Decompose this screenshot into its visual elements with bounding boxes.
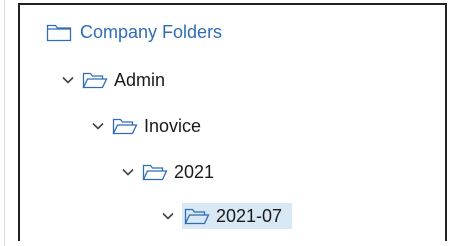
tree-node-company-folders[interactable]: Company Folders bbox=[46, 19, 222, 45]
left-edge-strip bbox=[0, 0, 18, 246]
chevron-down-icon[interactable] bbox=[60, 72, 76, 88]
folder-tree-panel: Company Folders Admin Inovice 2021 2021-… bbox=[18, 3, 447, 241]
tree-node-2021[interactable]: 2021 bbox=[120, 159, 214, 185]
tree-node-label: 2021 bbox=[174, 162, 215, 182]
folder-open-icon bbox=[142, 162, 168, 182]
tree-node-label: Inovice bbox=[144, 116, 202, 136]
folder-open-icon bbox=[112, 116, 138, 136]
tree-node-admin[interactable]: Admin bbox=[60, 67, 165, 93]
tree-node-label: Admin bbox=[114, 70, 166, 90]
chevron-down-icon[interactable] bbox=[120, 164, 136, 180]
panel-divider bbox=[0, 0, 5, 246]
tree-node-label: Company Folders bbox=[80, 22, 223, 42]
folder-open-icon bbox=[82, 70, 108, 90]
folder-icon-partial bbox=[62, 234, 80, 240]
folder-open-icon bbox=[184, 206, 210, 226]
tree-node-2021-07[interactable]: 2021-07 bbox=[160, 203, 293, 229]
folder-closed-icon bbox=[46, 22, 72, 42]
chevron-down-icon[interactable] bbox=[160, 208, 176, 224]
chevron-down-icon[interactable] bbox=[90, 118, 106, 134]
selection-highlight[interactable]: 2021-07 bbox=[182, 203, 293, 229]
tree-node-inovice[interactable]: Inovice bbox=[90, 113, 201, 139]
tree-node-label: 2021-07 bbox=[216, 206, 283, 226]
